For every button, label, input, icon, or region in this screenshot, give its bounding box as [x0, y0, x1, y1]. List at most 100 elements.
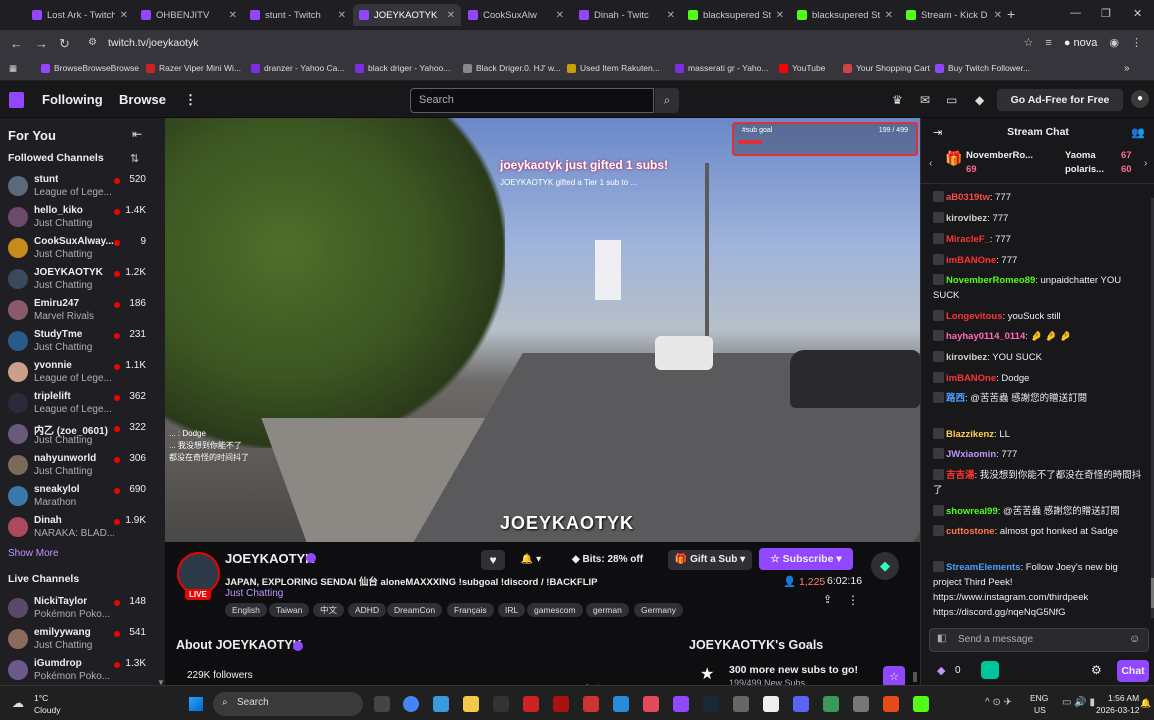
browser-tab[interactable]: OHBENJITV ✕: [135, 4, 243, 26]
sidebar-channel-item[interactable]: yvonnie League of Lege... 1.1K: [0, 358, 165, 389]
twitch-logo-icon[interactable]: [9, 92, 24, 108]
chat-message[interactable]: cuttostone: almost got honked at Sadge: [933, 524, 1145, 539]
browser-tab[interactable]: CookSuxAlw ✕: [462, 4, 570, 26]
menu-icon[interactable]: ⋮: [1131, 36, 1142, 49]
file-explorer-icon[interactable]: [463, 696, 479, 712]
stream-tag[interactable]: DreamCon: [387, 603, 443, 617]
emote-picker-icon[interactable]: ☺: [1129, 633, 1140, 645]
chat-username[interactable]: 路西: [946, 393, 965, 404]
browser-tab[interactable]: JOEYKAOTYK ✕: [353, 4, 461, 26]
chat-message[interactable]: NovemberRomeo89: unpaidchatter YOU SUCK: [933, 273, 1145, 303]
gift-sub-button[interactable]: 🎁 Gift a Sub ▾: [668, 550, 752, 570]
bookmark-item[interactable]: dranzer - Yahoo Ca...: [251, 63, 344, 73]
bookmark-item[interactable]: Buy Twitch Follower...: [935, 63, 1030, 73]
chat-message[interactable]: imBANOne: Dodge: [933, 371, 1145, 386]
stream-tag[interactable]: Germany: [634, 603, 683, 617]
app-icon[interactable]: [823, 696, 839, 712]
subscribe-button[interactable]: ☆ Subscribe ▾: [759, 548, 853, 570]
chat-settings-icon[interactable]: ⚙: [1091, 663, 1102, 677]
start-button[interactable]: [189, 697, 203, 711]
taskbar-search[interactable]: Search: [213, 692, 363, 716]
leaderboard-prev-icon[interactable]: ‹: [929, 158, 932, 169]
task-view-icon[interactable]: [374, 696, 390, 712]
chat-username[interactable]: cuttostone: [946, 526, 995, 537]
chat-username[interactable]: JWxiaomin: [946, 449, 996, 460]
chat-send-button[interactable]: Chat: [1117, 660, 1149, 682]
chat-username[interactable]: hayhay0114_0114: [946, 331, 1025, 342]
more-bookmarks-icon[interactable]: »: [1124, 63, 1130, 74]
sidebar-channel-item[interactable]: StudyTme Just Chatting 231: [0, 327, 165, 358]
close-tab-icon[interactable]: ✕: [776, 10, 784, 21]
app-icon[interactable]: [583, 696, 599, 712]
chat-message[interactable]: Blazzikenz: LL: [933, 427, 1145, 442]
stream-tag[interactable]: Français: [447, 603, 494, 617]
chat-message[interactable]: imBANOne: 777: [933, 253, 1145, 268]
sub-emote-icon[interactable]: ◆: [871, 552, 899, 580]
bookmark-item[interactable]: BrowseBrowseBrowse: [41, 63, 139, 73]
site-info-icon[interactable]: ⚙: [88, 37, 97, 48]
sidebar-channel-item[interactable]: emilyywang Just Chatting 541: [0, 625, 165, 656]
forward-icon[interactable]: →: [35, 36, 48, 51]
browser-tab[interactable]: stunt - Twitch ✕: [244, 4, 352, 26]
app-icon[interactable]: [763, 696, 779, 712]
chat-message[interactable]: 路西: @苦苦蟲 感謝您的贈送訂閱: [933, 391, 1145, 406]
chat-badge-icon[interactable]: ◧: [937, 633, 946, 644]
leaderboard-next-icon[interactable]: ›: [1144, 158, 1147, 169]
browser-tab[interactable]: Stream - Kick D ✕: [900, 4, 1008, 26]
back-icon[interactable]: ←: [10, 36, 23, 51]
apps-icon[interactable]: ▦: [9, 63, 17, 74]
collapse-sidebar-icon[interactable]: ⇤: [132, 127, 142, 141]
chat-message[interactable]: aB0319tw: 777: [933, 190, 1145, 205]
chat-message[interactable]: MiracleF_: 777: [933, 232, 1145, 247]
show-more-link[interactable]: Show More: [8, 548, 59, 559]
chat-username[interactable]: NovemberRomeo89: [946, 275, 1035, 286]
close-tab-icon[interactable]: ✕: [667, 10, 675, 21]
sidebar-channel-item[interactable]: stunt League of Lege... 520: [0, 172, 165, 203]
chat-username[interactable]: imBANOne: [946, 373, 996, 384]
chat-message[interactable]: hayhay0114_0114: 🤌 🤌 🤌: [933, 329, 1145, 344]
prime-loot-icon[interactable]: ♛: [892, 93, 903, 107]
stream-tag[interactable]: IRL: [498, 603, 526, 617]
channel-points-button[interactable]: [981, 661, 999, 679]
chat-username[interactable]: aB0319tw: [946, 192, 990, 203]
bookmark-item[interactable]: YouTube: [779, 63, 825, 73]
chat-username[interactable]: MiracleF_: [946, 234, 990, 245]
chat-message[interactable]: StreamElements: Follow Joey's new big pr…: [933, 560, 1145, 620]
app-icon[interactable]: [733, 696, 749, 712]
copilot-icon[interactable]: [433, 696, 449, 712]
chat-username[interactable]: imBANOne: [946, 255, 996, 266]
app-icon[interactable]: [523, 696, 539, 712]
chat-message[interactable]: JWxiaomin: 777: [933, 447, 1145, 462]
network-volume-icon[interactable]: ▭ 🔊 ▮: [1062, 697, 1095, 708]
discord-icon[interactable]: [793, 696, 809, 712]
chat-input[interactable]: Send a message: [929, 628, 1149, 652]
channel-name[interactable]: JOEYKAOTYK: [225, 551, 315, 566]
ad-free-button[interactable]: Go Ad-Free for Free: [997, 89, 1123, 111]
stream-tag[interactable]: gamescom: [527, 603, 583, 617]
inbox-icon[interactable]: ✉: [920, 93, 930, 107]
stream-tag[interactable]: 中文: [313, 603, 345, 617]
stream-tag[interactable]: german: [586, 603, 629, 617]
close-window-icon[interactable]: ✕: [1133, 7, 1142, 20]
chat-message[interactable]: showreal99: @苦苦蟲 感謝您的贈送訂閱: [933, 504, 1145, 519]
sidebar-channel-item[interactable]: NickiTaylor Pokémon Poko... 148: [0, 594, 165, 625]
steam-icon[interactable]: [703, 696, 719, 712]
chat-username[interactable]: 吉吉湯: [946, 470, 975, 481]
sidebar-channel-item[interactable]: 内乙 (zoe_0601) Just Chatting 322: [0, 420, 165, 451]
chat-message[interactable]: kirovibez: 777: [933, 211, 1145, 226]
maximize-icon[interactable]: ❐: [1101, 7, 1111, 20]
browser-tab[interactable]: blacksupered St ✕: [682, 4, 790, 26]
bookmark-item[interactable]: Razer Viper Mini Wi...: [146, 63, 241, 73]
close-tab-icon[interactable]: ✕: [885, 10, 893, 21]
reading-list-icon[interactable]: ≡: [1045, 37, 1051, 49]
sidebar-channel-item[interactable]: Dinah NARAKA: BLAD... 1.9K: [0, 513, 165, 544]
close-tab-icon[interactable]: ✕: [338, 10, 346, 21]
sidebar-channel-item[interactable]: hello_kiko Just Chatting 1.4K: [0, 203, 165, 234]
sidebar-channel-item[interactable]: CookSuxAlway... Just Chatting 9: [0, 234, 165, 265]
reload-icon[interactable]: ↻: [59, 36, 70, 52]
weather-icon[interactable]: ☁: [12, 696, 24, 710]
search-input[interactable]: Search: [410, 88, 654, 113]
minimize-icon[interactable]: —: [1070, 7, 1081, 19]
sidebar-channel-item[interactable]: JOEYKAOTYK Just Chatting 1.2K: [0, 265, 165, 296]
community-icon[interactable]: 👥: [1131, 126, 1145, 139]
